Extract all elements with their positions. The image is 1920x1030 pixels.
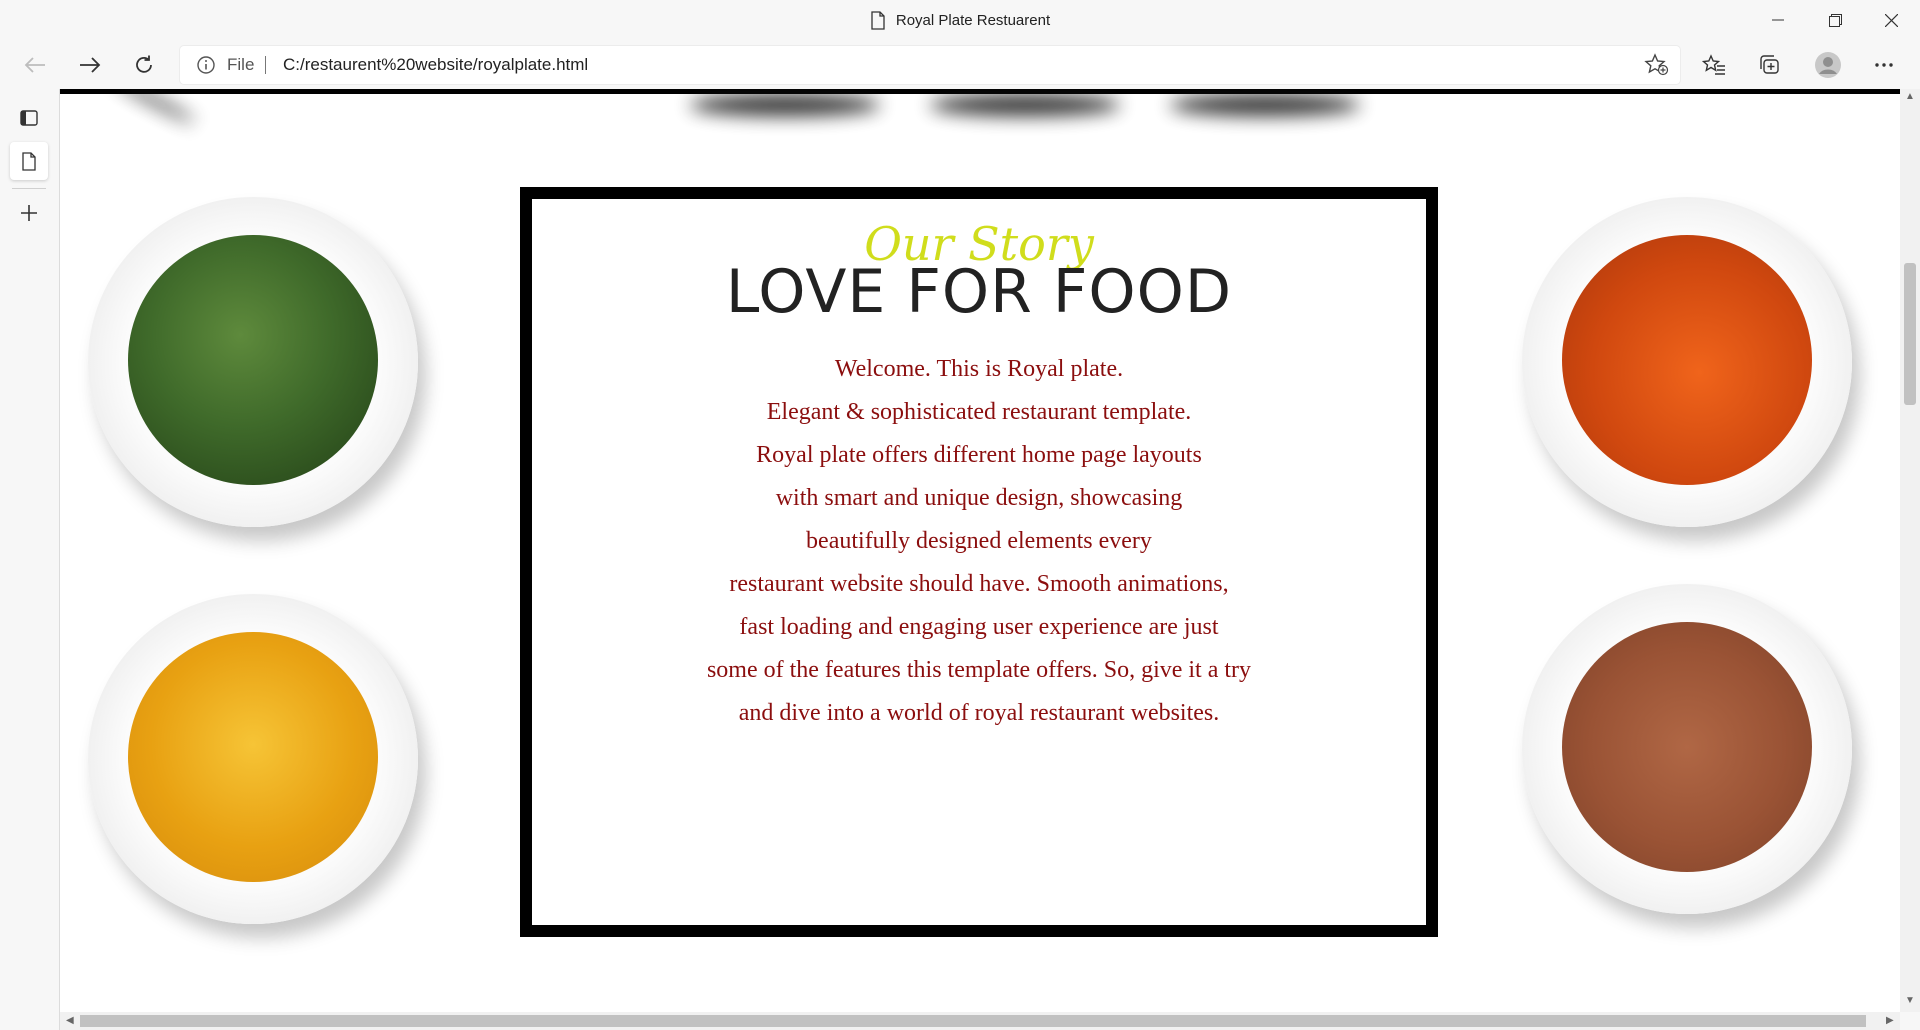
- favorites-button[interactable]: [1696, 49, 1732, 81]
- sidebar-divider: [12, 188, 46, 189]
- blurred-decoration: [1170, 94, 1360, 116]
- close-button[interactable]: [1863, 0, 1919, 40]
- turmeric-image: [128, 632, 378, 882]
- web-page: Our Story LOVE FOR FOOD Welcome. This is…: [60, 89, 1900, 1012]
- arrow-left-icon: [24, 57, 45, 73]
- story-line: fast loading and engaging user experienc…: [739, 614, 1219, 640]
- scroll-up-icon[interactable]: ▲: [1905, 91, 1915, 102]
- vertical-scrollbar[interactable]: ▲ ▼: [1900, 89, 1920, 1012]
- protocol-label: File: [227, 55, 255, 74]
- vertical-scroll-thumb[interactable]: [1904, 263, 1916, 405]
- profile-button[interactable]: [1810, 49, 1846, 81]
- scroll-right-icon[interactable]: ▶: [1886, 1015, 1894, 1026]
- title-bar: Royal Plate Restuarent: [0, 0, 1920, 41]
- blurred-decoration: [690, 94, 880, 116]
- new-tab-icon: [21, 205, 37, 221]
- story-paragraph: Welcome. This is Royal plate. Elegant & …: [532, 348, 1426, 735]
- story-line: Royal plate offers different home page l…: [756, 442, 1202, 468]
- collections-button[interactable]: [1752, 49, 1788, 81]
- page-icon: [871, 11, 885, 30]
- scroll-down-icon[interactable]: ▼: [1905, 995, 1915, 1006]
- address-bar[interactable]: File C:/restaurent%20website/royalplate.…: [180, 46, 1680, 84]
- new-tab-button[interactable]: [10, 194, 48, 232]
- cumin-powder-bowl: [1522, 584, 1852, 914]
- minimize-icon: [1772, 19, 1784, 21]
- favorites-icon: [1702, 54, 1725, 75]
- section-headline: LOVE FOR FOOD: [725, 257, 1233, 327]
- green-herbs-bowl: [88, 197, 418, 527]
- refresh-icon: [136, 55, 152, 73]
- story-line: some of the features this template offer…: [706, 657, 1252, 683]
- info-icon[interactable]: [196, 55, 216, 75]
- url-text[interactable]: C:/restaurent%20website/royalplate.html: [283, 46, 588, 84]
- vertical-tabs-sidebar: [0, 89, 60, 1030]
- chili-powder-image: [1562, 235, 1812, 485]
- story-card: Our Story LOVE FOR FOOD Welcome. This is…: [520, 187, 1438, 937]
- chili-powder-bowl: [1522, 197, 1852, 527]
- green-herbs-image: [128, 235, 378, 485]
- forward-button[interactable]: [70, 47, 110, 83]
- story-line: Welcome. This is Royal plate.: [834, 356, 1124, 382]
- cumin-powder-image: [1562, 622, 1812, 872]
- tab-royal-plate[interactable]: [10, 142, 48, 180]
- turmeric-bowl: [88, 594, 418, 924]
- browser-toolbar: File C:/restaurent%20website/royalplate.…: [0, 41, 1920, 89]
- horizontal-scrollbar[interactable]: ◀ ▶: [60, 1012, 1900, 1030]
- blurred-decoration: [930, 94, 1120, 116]
- close-icon: [1884, 13, 1898, 27]
- refresh-button[interactable]: [124, 47, 164, 83]
- story-line: restaurant website should have. Smooth a…: [729, 571, 1229, 597]
- scroll-left-icon[interactable]: ◀: [66, 1015, 74, 1026]
- blurred-decoration: [113, 89, 197, 126]
- more-icon: [1875, 63, 1893, 67]
- story-line: with smart and unique design, showcasing: [775, 485, 1183, 511]
- restore-button[interactable]: [1807, 0, 1863, 40]
- story-line: Elegant & sophisticated restaurant templ…: [766, 399, 1192, 425]
- page-tab-icon: [22, 151, 36, 171]
- window-title: Royal Plate Restuarent: [895, 12, 1051, 29]
- avatar-icon: [1815, 52, 1841, 78]
- arrow-right-icon: [80, 57, 101, 73]
- story-line: and dive into a world of royal restauran…: [738, 700, 1220, 726]
- tab-actions-button[interactable]: [10, 99, 48, 137]
- tab-actions-icon: [20, 110, 38, 126]
- restore-icon: [1828, 13, 1842, 27]
- settings-more-button[interactable]: [1866, 49, 1902, 81]
- minimize-button[interactable]: [1750, 0, 1806, 40]
- top-border: [60, 89, 1900, 94]
- collections-icon: [1760, 55, 1779, 74]
- horizontal-scroll-thumb[interactable]: [80, 1015, 1866, 1027]
- back-button[interactable]: [15, 47, 55, 83]
- add-favorite-icon[interactable]: [1644, 53, 1670, 77]
- address-separator: [265, 56, 266, 74]
- story-line: beautifully designed elements every: [806, 528, 1152, 554]
